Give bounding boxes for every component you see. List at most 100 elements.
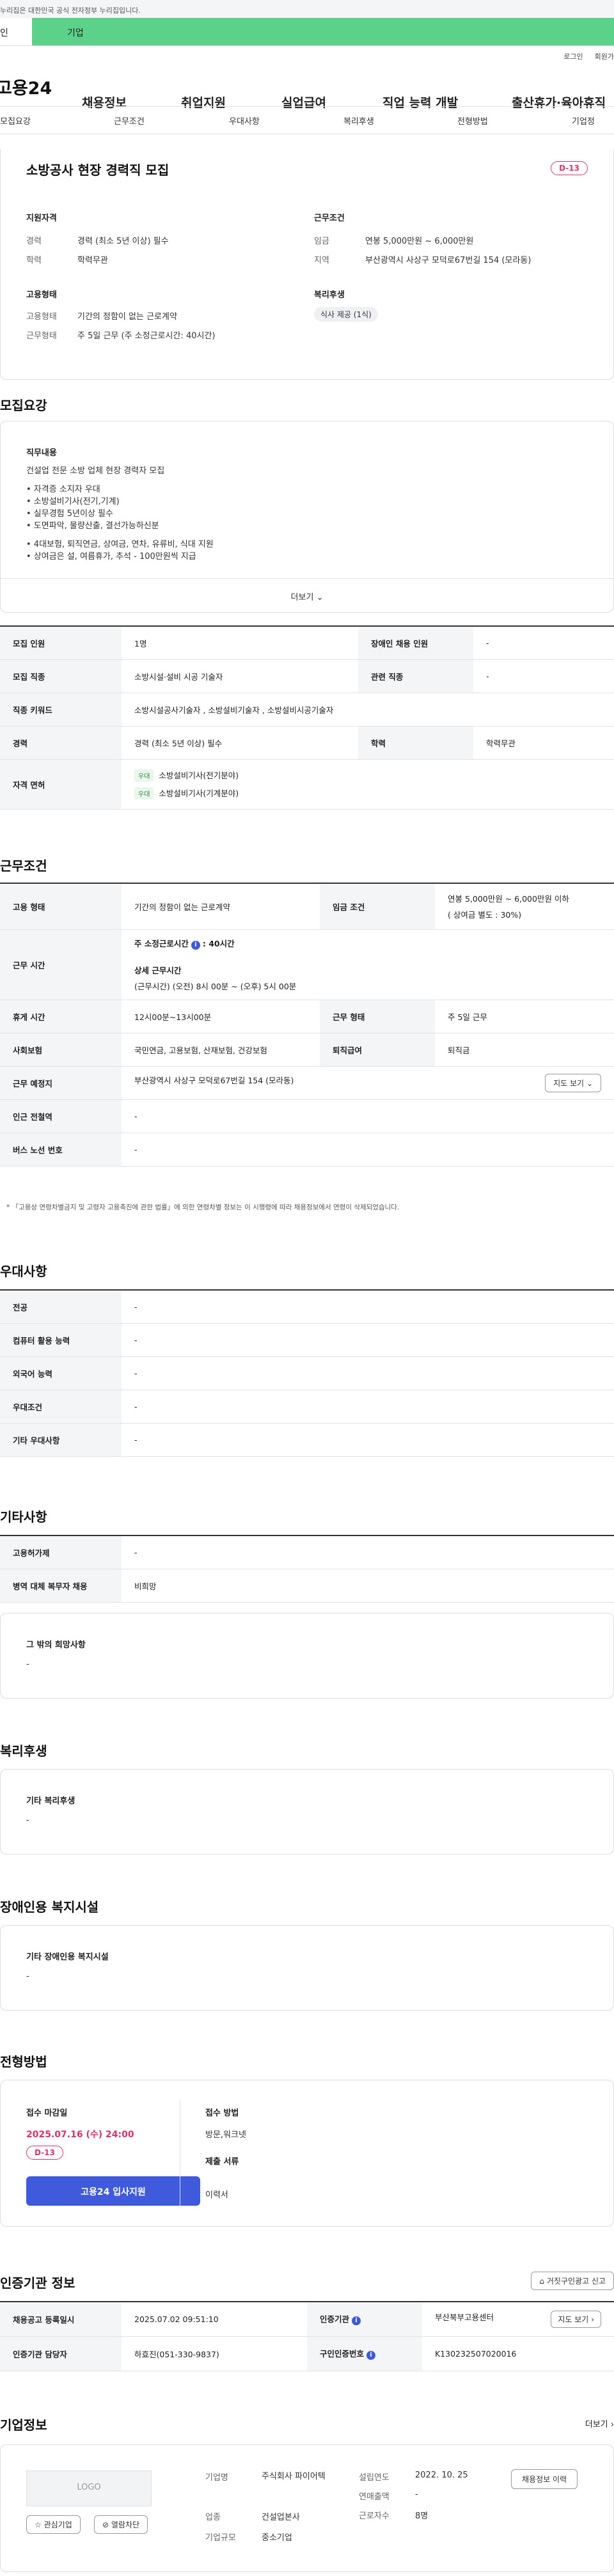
table-cell: - (122, 1133, 614, 1166)
cond-value: 연봉 5,000만원 ~ 6,000만원 (365, 237, 474, 246)
table-header: 자격 면허 (0, 759, 122, 810)
table-row: 인근 전철역 - (0, 1099, 614, 1133)
tab-selection[interactable]: 전형방법 (457, 114, 488, 127)
block-label: 열람차단 (111, 2520, 140, 2529)
duty-content: 건설업 전문 소방 업체 현장 경력자 모집 • 자격증 소지자 우대 • 소방… (26, 465, 214, 563)
disabled-box: 기타 장애인용 복지시설 - (0, 1925, 614, 2011)
table-header: 채용공고 등록일시 (0, 2302, 122, 2337)
table-cell: 국민연금, 고용보험, 산재보험, 건강보험 (122, 1033, 320, 1067)
table-row: 직종 키워드 소방시설공사기술자 , 소방설비기술자 , 소방설비시공기술자 (0, 693, 614, 726)
table-header: 휴게 시간 (0, 1000, 122, 1033)
tab-preference[interactable]: 우대사항 (229, 114, 260, 127)
dday-badge: D-13 (551, 161, 588, 175)
report-false-ad-button[interactable]: ⌂ 거짓구인광고 신고 (531, 2272, 614, 2290)
more-button[interactable]: 더보기 ⌄ (1, 578, 613, 613)
favorite-company-button[interactable]: ☆ 관심기업 (26, 2515, 81, 2534)
table-cell: - (122, 1290, 614, 1324)
table-cell: 주 소정근로시간 i: 40시간 상세 근무시간 (근무시간) (오전) 8시 0… (122, 929, 614, 1000)
tab-company[interactable]: 기업 (32, 18, 614, 45)
work-table: 고용 형태 기간의 정함이 없는 근로계약 임금 조건 연봉 5,000만원 ~ 6,… (0, 883, 614, 1166)
etc-box-title: 그 밖의 희망사항 (26, 1640, 86, 1650)
table-row: 자격 면허 우대 소방설비기사(전기분야) 우대 소방설비기사(기계분야) (0, 759, 614, 810)
table-header: 우대조건 (0, 1390, 122, 1424)
company-label: 연매출액 (359, 2492, 390, 2502)
table-cell: 1명 (122, 626, 358, 660)
map-button[interactable]: 지도 보기 ⌄ (545, 1073, 601, 1092)
table-header: 전공 (0, 1290, 122, 1324)
cond-label: 임금 (314, 237, 329, 246)
chevron-right-icon: › (610, 2420, 614, 2430)
company-more-link[interactable]: 더보기 › (585, 2417, 614, 2430)
welfare-heading: 복리후생 (314, 290, 345, 300)
block-view-button[interactable]: ⊘ 열람차단 (94, 2515, 148, 2534)
info-icon[interactable]: i (191, 941, 200, 950)
user-type-tabs: 인 기업 (0, 18, 614, 46)
cond-label: 지역 (314, 256, 329, 265)
table-row: 병역 대체 복무자 채용 비희망 (0, 1569, 614, 1603)
table-row: 외국어 능력 - (0, 1356, 614, 1390)
table-cell: 2025.07.02 09:51:10 (122, 2302, 307, 2337)
table-row: 근무 예정지 부산광역시 사상구 모덕로67번길 154 (모라동) 지도 보기 ⌄ (0, 1066, 614, 1100)
recruit-table: 모집 인원 1명 장애인 채용 인원 - 모집 직종 소방시설·설비 시공 기술자 관련 … (0, 625, 614, 810)
welfare-tag: 식사 제공 (1식) (314, 307, 378, 322)
company-label: 기업명 (205, 2473, 228, 2483)
tab-work-condition[interactable]: 근무조건 (114, 114, 145, 127)
table-row: 휴게 시간 12시00분~13시00분 근무 형태 주 5일 근무 (0, 1000, 614, 1033)
table-row: 우대조건 - (0, 1390, 614, 1424)
table-cell: - (122, 1099, 614, 1133)
tab-company[interactable]: 기업정 (572, 114, 595, 127)
table-row: 버스 노선 번호 - (0, 1133, 614, 1166)
login-link[interactable]: 로그인 (563, 51, 583, 61)
emp-value: 주 5일 근무 (주 소정근로시간: 40시간) (77, 331, 216, 341)
map-button-label: 지도 보기 (553, 1078, 585, 1088)
agency-label: 인증기관 (320, 2314, 350, 2325)
info-icon[interactable]: i (366, 2351, 376, 2360)
docs-value: 이력서 (205, 2190, 228, 2200)
deadline-value: 2025.07.16 (수) 24:00 (26, 2130, 134, 2140)
docs-label: 제출 서류 (205, 2157, 239, 2167)
tab-individual[interactable]: 인 (0, 18, 32, 45)
weekly-hours-label: 주 소정근로시간 (134, 939, 189, 948)
table-header: 근무 형태 (320, 1000, 435, 1033)
company-logo: LOGO (26, 2470, 152, 2506)
home-icon: ⌂ (539, 2277, 545, 2286)
table-cell: 퇴직금 (435, 1033, 614, 1067)
more-label: 더보기 (290, 593, 314, 602)
table-header: 근무 시간 (0, 929, 122, 1000)
table-cell: K130232507020016 (422, 2336, 614, 2371)
table-header: 병역 대체 복무자 채용 (0, 1569, 122, 1603)
tab-welfare[interactable]: 복리후생 (343, 114, 374, 127)
duty-line: • 도면파악, 물량산출, 결선가능하신분 (26, 521, 159, 531)
table-header: 모집 인원 (0, 626, 122, 660)
table-cell: - (122, 1323, 614, 1357)
chevron-down-icon: ⌄ (586, 1078, 593, 1088)
duty-line: 건설업 전문 소방 업체 현장 경력자 모집 (26, 466, 165, 476)
hiring-history-button[interactable]: 채용정보 이력 (511, 2469, 578, 2489)
favorite-label: 관심기업 (43, 2520, 72, 2529)
signup-link[interactable]: 회원가 (595, 51, 614, 61)
company-industry: 건설업본사 (262, 2513, 300, 2522)
site-logo[interactable]: 고용24 (0, 74, 92, 99)
table-header: 기타 우대사항 (0, 1423, 122, 1457)
more-label: 더보기 (585, 2420, 608, 2430)
table-cell: - (473, 626, 614, 660)
emp-label: 고용형태 (26, 312, 57, 322)
info-icon[interactable]: i (352, 2316, 361, 2326)
company-label: 기업규모 (205, 2533, 236, 2543)
wage-range: 연봉 5,000만원 ~ 6,000만원 이하 (448, 894, 569, 904)
apply-button[interactable]: 고용24 입사지원 (26, 2176, 200, 2206)
duty-line: • 상여금은 설, 여름휴가, 추석 - 100만원씩 지급 (26, 552, 196, 562)
table-cell: - (122, 1390, 614, 1424)
duty-line: • 실무경험 5년이상 필수 (26, 509, 113, 519)
table-row: 경력 경력 (최소 5년 이상) 필수 학력 학력무관 (0, 726, 614, 760)
work-location: 부산광역시 사상구 모덕로67번길 154 (모라동) (134, 1075, 294, 1085)
table-cell: 부산북부고용센터 지도 보기 › (422, 2302, 614, 2337)
pref-table: 전공 - 컴퓨터 활용 능력 - 외국어 능력 - 우대조건 - 기타 우대사항 - (0, 1289, 614, 1457)
agency-name: 부산북부고용센터 (435, 2312, 494, 2322)
qual-heading: 지원자격 (26, 214, 57, 223)
table-row: 컴퓨터 활용 능력 - (0, 1323, 614, 1357)
agency-map-button[interactable]: 지도 보기 › (551, 2310, 601, 2328)
table-row: 사회보험 국민연금, 고용보험, 산재보험, 건강보험 퇴직급여 퇴직금 (0, 1033, 614, 1067)
tab-recruit[interactable]: 모집요강 (0, 114, 31, 127)
table-header: 고용허가제 (0, 1535, 122, 1569)
